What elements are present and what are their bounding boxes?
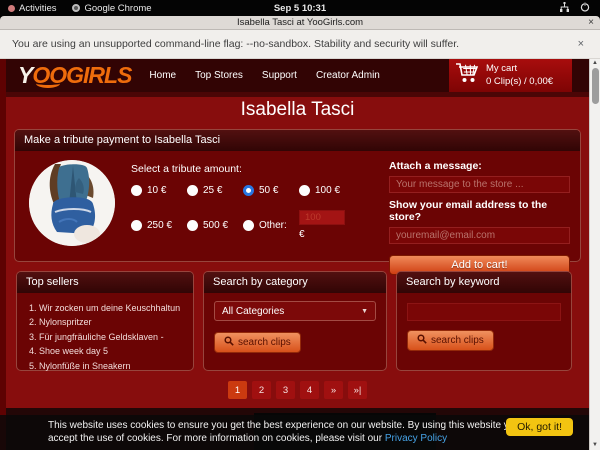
page-button-4[interactable]: 4 — [300, 381, 319, 399]
nav-item-home[interactable]: Home — [149, 70, 176, 81]
activities-button[interactable]: Activities — [0, 0, 64, 16]
top-sellers-panel: Top sellers 1. Wir zocken um deine Keusc… — [16, 271, 194, 371]
top-seller-item[interactable]: 3. Für jungfräuliche Geldsklaven - — [29, 330, 183, 344]
radio-icon[interactable] — [131, 220, 142, 231]
email-input[interactable] — [389, 227, 570, 244]
top-sellers-title: Top sellers — [17, 272, 193, 293]
page-button-next[interactable]: » — [324, 381, 343, 399]
search-clips-keyword-button[interactable]: search clips — [407, 330, 494, 351]
scroll-down-icon[interactable]: ▼ — [590, 442, 600, 448]
cookie-consent-bar: This website uses cookies to ensure you … — [0, 415, 589, 450]
other-amount-input[interactable] — [299, 210, 345, 225]
logo-text-y: Y — [18, 62, 32, 88]
currency-label: € — [299, 229, 361, 240]
logo-smile-arc — [36, 79, 60, 88]
radio-icon[interactable] — [243, 185, 254, 196]
page-wrapper: YOOGIRLS Home Top Stores Support Creator… — [6, 59, 589, 450]
pagination: 1 2 3 4 » »| — [6, 381, 589, 399]
window-title: Isabella Tasci at YooGirls.com — [237, 17, 363, 28]
window-title-bar[interactable]: Isabella Tasci at YooGirls.com × — [0, 16, 600, 30]
top-seller-item[interactable]: 4. Shoe week day 5 — [29, 344, 183, 358]
site-header: YOOGIRLS Home Top Stores Support Creator… — [6, 59, 589, 92]
cookie-accept-button[interactable]: Ok, got it! — [506, 418, 573, 436]
amount-selector: Select a tribute amount: 10 € 25 € 50 — [131, 160, 379, 275]
page-button-last[interactable]: »| — [348, 381, 367, 399]
radio-icon[interactable] — [187, 185, 198, 196]
top-seller-item[interactable]: 1. Wir zocken um deine Keuschhaltun — [29, 301, 183, 315]
browser-viewport: YOOGIRLS Home Top Stores Support Creator… — [0, 59, 600, 450]
amount-option-100[interactable]: 100 € — [299, 185, 361, 196]
page-button-3[interactable]: 3 — [276, 381, 295, 399]
system-top-bar: Activities Google Chrome Sep 5 10:31 — [0, 0, 600, 16]
nav-item-top-stores[interactable]: Top Stores — [195, 70, 243, 81]
radio-icon[interactable] — [131, 185, 142, 196]
cookie-text: accept the use of cookies. For more info… — [48, 433, 385, 444]
page-button-1[interactable]: 1 — [228, 381, 247, 399]
tribute-panel-title: Make a tribute payment to Isabella Tasci — [15, 130, 580, 151]
search-category-panel: Search by category All Categories ▼ sear… — [203, 271, 387, 371]
activities-icon — [8, 5, 15, 12]
cart-label: My cart — [486, 63, 553, 75]
warning-bar: You are using an unsupported command-lin… — [0, 30, 600, 59]
amount-label: Select a tribute amount: — [131, 163, 379, 175]
scroll-up-icon[interactable]: ▲ — [590, 60, 600, 66]
cart-count: 0 Clip(s) / 0,00€ — [486, 76, 553, 88]
category-select[interactable]: All Categories ▼ — [214, 301, 376, 321]
logo-text-girls: GIRLS — [66, 62, 131, 88]
radio-icon[interactable] — [299, 185, 310, 196]
amount-option-other[interactable]: Other: — [243, 210, 299, 240]
message-input[interactable] — [389, 176, 570, 193]
keyword-input[interactable] — [407, 303, 561, 321]
search-keyword-title: Search by keyword — [397, 272, 571, 293]
app-menu-label: Google Chrome — [84, 3, 151, 14]
app-menu-button[interactable]: Google Chrome — [64, 0, 159, 16]
page-button-2[interactable]: 2 — [252, 381, 271, 399]
nav-item-creator-admin[interactable]: Creator Admin — [316, 70, 380, 81]
chevron-down-icon: ▼ — [361, 308, 368, 315]
nav-item-support[interactable]: Support — [262, 70, 297, 81]
search-icon — [224, 336, 234, 349]
radio-icon[interactable] — [243, 220, 254, 231]
warning-text: You are using an unsupported command-lin… — [12, 38, 459, 50]
email-label: Show your email address to the store? — [389, 199, 570, 223]
page-title: Isabella Tasci — [6, 97, 589, 124]
chrome-icon — [72, 4, 80, 12]
activities-label: Activities — [19, 3, 56, 14]
privacy-policy-link[interactable]: Privacy Policy — [385, 433, 447, 444]
category-selected-value: All Categories — [222, 306, 284, 317]
page-scrollbar[interactable]: ▲ ▼ — [589, 59, 600, 450]
amount-option-25[interactable]: 25 € — [187, 185, 243, 196]
cart-widget[interactable]: My cart 0 Clip(s) / 0,00€ — [449, 59, 572, 92]
search-clips-label: search clips — [238, 337, 291, 348]
site-logo[interactable]: YOOGIRLS — [6, 59, 141, 92]
network-icon[interactable] — [559, 2, 570, 15]
top-seller-item[interactable]: 2. Nylonspritzer — [29, 315, 183, 329]
message-column: Attach a message: Show your email addres… — [389, 160, 570, 275]
search-clips-label: search clips — [431, 335, 484, 346]
window-close-icon[interactable]: × — [588, 17, 594, 28]
search-icon — [417, 334, 427, 347]
warning-close-icon[interactable]: × — [578, 38, 588, 50]
amount-option-10[interactable]: 10 € — [131, 185, 187, 196]
main-nav: Home Top Stores Support Creator Admin — [149, 70, 379, 81]
search-keyword-panel: Search by keyword search clips — [396, 271, 572, 371]
search-category-title: Search by category — [204, 272, 386, 293]
store-avatar[interactable] — [29, 160, 115, 246]
amount-option-250[interactable]: 250 € — [131, 210, 187, 240]
radio-icon[interactable] — [187, 220, 198, 231]
cart-icon — [455, 62, 479, 89]
power-icon[interactable] — [580, 2, 590, 15]
message-label: Attach a message: — [389, 160, 570, 172]
top-seller-item[interactable]: 5. Nylonfüße in Sneakern — [29, 359, 183, 373]
amount-option-50[interactable]: 50 € — [243, 185, 299, 196]
top-sellers-list: 1. Wir zocken um deine Keuschhaltun 2. N… — [27, 301, 183, 373]
tribute-panel: Make a tribute payment to Isabella Tasci — [14, 129, 581, 262]
search-clips-category-button[interactable]: search clips — [214, 332, 301, 353]
scrollbar-thumb[interactable] — [592, 68, 599, 104]
amount-option-500[interactable]: 500 € — [187, 210, 243, 240]
